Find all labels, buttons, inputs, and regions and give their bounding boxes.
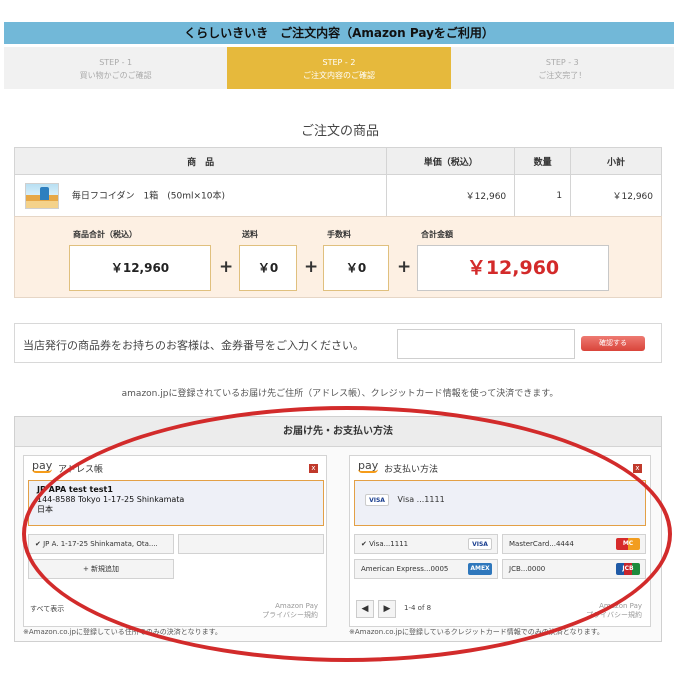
order-section-title: ご注文の商品: [300, 124, 379, 139]
totals-summary: 商品合計（税込） ￥12,960 + 送料 ￥0 + 手数料 ￥0 + 合計金額…: [14, 216, 662, 298]
prev-page-icon[interactable]: ◀: [356, 600, 374, 618]
address-book-footer: Amazon Pay プライバシー規約: [262, 602, 318, 620]
plus-sign: +: [397, 257, 412, 277]
amazon-pay-footer-label: Amazon Pay: [275, 602, 318, 610]
grand-total-label: 合計金額: [421, 230, 453, 239]
visa-card-icon: VISA: [365, 494, 389, 506]
delivery-payment-title: お届け先・お支払い方法: [15, 417, 661, 447]
fee-label: 手数料: [327, 230, 351, 239]
mastercard-icon: MC: [616, 538, 640, 550]
card-option-label: Visa...1111: [369, 540, 409, 548]
delivery-payment-panel: お届け先・お支払い方法 pay アドレス帳 x JP APA test test…: [14, 416, 662, 642]
address-option-empty[interactable]: [178, 534, 324, 554]
close-icon[interactable]: x: [633, 464, 642, 473]
plus-sign: +: [219, 257, 234, 277]
address-book-widget: pay アドレス帳 x JP APA test test1 144-8588 T…: [23, 455, 327, 627]
address-book-header: pay アドレス帳 x: [24, 456, 326, 478]
address-book-note: ※Amazon.co.jpに登録している住所でのみの決済となります。: [23, 628, 222, 636]
privacy-policy-link[interactable]: プライバシー規約: [262, 611, 318, 620]
plus-sign: +: [304, 257, 319, 277]
card-option-mastercard[interactable]: MasterCard...4444 MC: [502, 534, 646, 554]
product-name: 毎日フコイダン 1箱 (50ml×10本): [71, 191, 225, 201]
card-option-amex[interactable]: American Express...0005 AMEX: [354, 559, 498, 579]
amazon-pay-footer-label: Amazon Pay: [599, 602, 642, 610]
selected-card[interactable]: VISA Visa ...1111: [354, 480, 646, 526]
address-book-title: アドレス帳: [58, 465, 104, 475]
card-pager-label: 1-4 of 8: [404, 604, 432, 612]
goods-total-label: 商品合計（税込）: [73, 230, 137, 239]
subtotal: ￥12,960: [570, 174, 662, 217]
voucher-section: 当店発行の商品券をお持ちのお客様は、金券番号をご入力ください。 確認する: [14, 323, 662, 363]
next-page-icon[interactable]: ▶: [378, 600, 396, 618]
fee-value: ￥0: [323, 245, 389, 291]
step-2: STEP - 2 ご注文内容のご確認: [227, 47, 451, 89]
product-cell: 毎日フコイダン 1箱 (50ml×10本): [13, 174, 388, 217]
address-line1: 144-8588 Tokyo 1-17-25 Shinkamata: [37, 495, 185, 504]
amazon-pay-logo: pay: [358, 459, 379, 473]
payment-method-footer: Amazon Pay プライバシー規約: [586, 602, 642, 620]
table-row: 毎日フコイダン 1箱 (50ml×10本) ￥12,960 1 ￥12,960: [13, 174, 662, 217]
payment-method-header: pay お支払い方法 x: [350, 456, 650, 478]
voucher-confirm-button[interactable]: 確認する: [581, 336, 645, 351]
address-line2: 日本: [37, 505, 53, 514]
step-1-label: 買い物かごのご確認: [79, 71, 152, 80]
card-option-jcb[interactable]: JCB...0000 JCB: [502, 559, 646, 579]
payment-method-note: ※Amazon.co.jpに登録しているクレジットカード情報でのみの決済となりま…: [349, 628, 604, 636]
address-option[interactable]: ✔ JP A. 1-17-25 Shinkamata, Ota....: [28, 534, 174, 554]
amazon-pay-logo: pay: [32, 459, 53, 473]
step-3-label: ご注文完了！: [538, 71, 587, 80]
quantity: 1: [514, 174, 572, 217]
step-2-label: ご注文内容のご確認: [302, 71, 375, 80]
address-name: JP APA test test1: [37, 485, 113, 494]
grand-total-value: ￥12,960: [417, 245, 609, 291]
unit-price: ￥12,960: [386, 174, 516, 217]
step-3-number: STEP - 3: [545, 58, 579, 67]
amazon-pay-note: amazon.jpに登録されているお届け先ご住所（アドレス帳）、クレジットカード…: [121, 389, 559, 399]
address-option-label: JP A. 1-17-25 Shinkamata, Ota....: [43, 540, 158, 548]
goods-total-value: ￥12,960: [69, 245, 211, 291]
col-product: 商 品: [13, 147, 388, 175]
payment-method-widget: pay お支払い方法 x VISA Visa ...1111 ✔ Visa...…: [349, 455, 651, 627]
col-quantity: 数量: [514, 147, 572, 175]
close-icon[interactable]: x: [309, 464, 318, 473]
visa-card-icon: VISA: [468, 538, 492, 550]
selected-address[interactable]: JP APA test test1 144-8588 Tokyo 1-17-25…: [28, 480, 324, 526]
voucher-code-input[interactable]: [397, 329, 575, 359]
page-title-bar: くらしいきいき ご注文内容（Amazon Payをご利用）: [4, 22, 674, 44]
add-address-button[interactable]: + 新規追加: [28, 559, 174, 579]
jcb-card-icon: JCB: [616, 563, 640, 575]
col-subtotal: 小計: [570, 147, 662, 175]
card-option-label: JCB...0000: [509, 565, 546, 573]
product-table: 商 品 単価（税込） 数量 小計 毎日フコイダン 1箱 (50ml×10本) ￥…: [13, 147, 662, 217]
privacy-policy-link[interactable]: プライバシー規約: [586, 611, 642, 620]
step-1-number: STEP - 1: [99, 58, 133, 67]
selected-card-label: Visa ...1111: [397, 495, 445, 504]
amex-card-icon: AMEX: [468, 563, 492, 575]
checkout-steps: STEP - 1 買い物かごのご確認 STEP - 2 ご注文内容のご確認 ST…: [4, 47, 674, 89]
show-all-link[interactable]: すべて表示: [30, 604, 64, 614]
step-2-number: STEP - 2: [322, 58, 356, 67]
step-1: STEP - 1 買い物かごのご確認: [4, 47, 227, 89]
card-option-label: American Express...0005: [361, 565, 449, 573]
step-3: STEP - 3 ご注文完了！: [451, 47, 674, 89]
shipping-label: 送料: [242, 230, 258, 239]
payment-method-title: お支払い方法: [384, 465, 439, 475]
product-thumbnail[interactable]: [25, 182, 59, 209]
col-unit-price: 単価（税込）: [386, 147, 516, 175]
card-option-label: MasterCard...4444: [509, 540, 574, 548]
shipping-value: ￥0: [239, 245, 297, 291]
card-option-visa[interactable]: ✔ Visa...1111 VISA: [354, 534, 498, 554]
voucher-instructions: 当店発行の商品券をお持ちのお客様は、金券番号をご入力ください。: [23, 339, 364, 352]
